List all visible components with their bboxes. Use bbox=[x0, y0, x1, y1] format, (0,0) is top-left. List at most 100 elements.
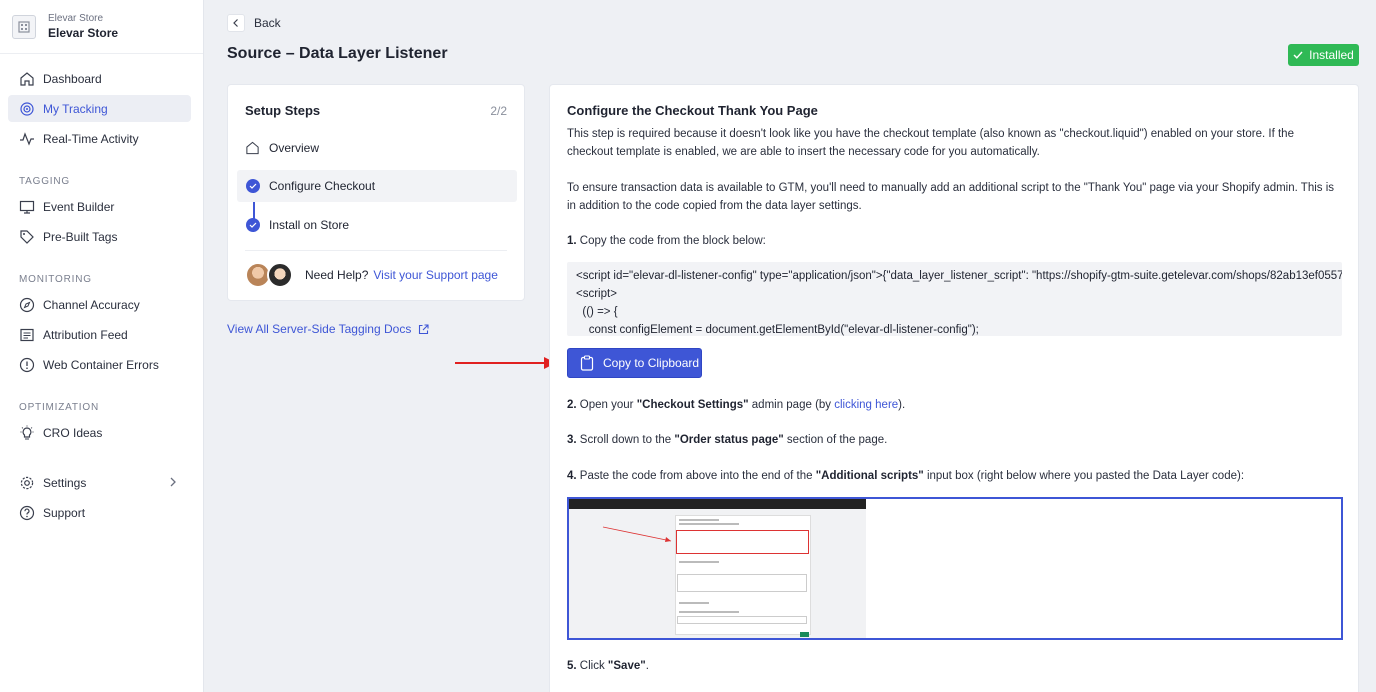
tag-icon bbox=[18, 228, 36, 246]
home-icon bbox=[245, 141, 260, 156]
step-3-part-b: "Order status page" bbox=[674, 434, 784, 446]
code-line: const configElement = document.getElemen… bbox=[576, 324, 979, 336]
screenshot-line bbox=[679, 561, 719, 563]
step-3-text: 3. Scroll down to the "Order status page… bbox=[567, 431, 1343, 449]
screenshot-line bbox=[679, 611, 739, 613]
transaction-paragraph: To ensure transaction data is available … bbox=[567, 182, 1335, 212]
nav-prebuilt-tags-label: Pre-Built Tags bbox=[43, 229, 118, 244]
activity-icon bbox=[18, 130, 36, 148]
nav-event-builder-label: Event Builder bbox=[43, 199, 115, 214]
screenshot-save bbox=[800, 632, 809, 637]
nav-my-tracking[interactable]: My Tracking bbox=[8, 95, 191, 122]
step-5-text: 5. Click "Save". bbox=[567, 657, 1343, 675]
nav-realtime[interactable]: Real-Time Activity bbox=[8, 125, 191, 152]
docs-link-label: View All Server-Side Tagging Docs bbox=[227, 322, 412, 336]
copy-button-label: Copy to Clipboard bbox=[603, 356, 700, 370]
step-1-label: Copy the code from the block below: bbox=[579, 235, 766, 247]
step-5-number: 5. bbox=[567, 660, 577, 672]
step-1-number: 1. bbox=[567, 235, 577, 247]
step-install-on-store-label: Install on Store bbox=[269, 218, 350, 232]
docs-link[interactable]: View All Server-Side Tagging Docs bbox=[227, 322, 429, 336]
lightbulb-icon bbox=[18, 424, 36, 442]
back-button[interactable]: Back bbox=[227, 14, 281, 32]
section-tagging: TAGGING bbox=[19, 176, 70, 187]
copy-to-clipboard-button[interactable]: Copy to Clipboard bbox=[567, 348, 702, 378]
step-2-text: 2. Open your "Checkout Settings" admin p… bbox=[567, 396, 1343, 414]
nav-support-label: Support bbox=[43, 505, 86, 520]
sidebar: Elevar Store Elevar Store Dashboard My T… bbox=[0, 0, 204, 692]
screenshot-highlight bbox=[676, 530, 809, 554]
step-4-part-b: "Additional scripts" bbox=[815, 470, 924, 482]
status-badge: Installed bbox=[1288, 44, 1359, 66]
annotation-arrow-icon bbox=[455, 357, 556, 369]
nav-prebuilt-tags[interactable]: Pre-Built Tags bbox=[8, 223, 191, 250]
nav-support[interactable]: Support bbox=[8, 499, 191, 526]
step-overview[interactable]: Overview bbox=[237, 132, 517, 164]
nav-settings[interactable]: Settings bbox=[8, 469, 191, 496]
store-name: Elevar Store bbox=[48, 26, 119, 40]
monitor-icon bbox=[18, 198, 36, 216]
step-5-part-a: Click bbox=[579, 660, 608, 672]
back-label: Back bbox=[254, 16, 281, 30]
section-optimization: OPTIMIZATION bbox=[19, 402, 99, 413]
store-label: Elevar Store bbox=[48, 13, 104, 24]
step-install-on-store[interactable]: Install on Store bbox=[237, 209, 517, 241]
check-icon bbox=[1293, 51, 1303, 59]
step-4-part-c: input box (right below where you pasted … bbox=[923, 470, 1245, 482]
nav-dashboard[interactable]: Dashboard bbox=[8, 65, 191, 92]
step-3-part-c: section of the page. bbox=[783, 434, 888, 446]
step-4-text: 4. Paste the code from above into the en… bbox=[567, 467, 1343, 485]
nav-dashboard-label: Dashboard bbox=[43, 71, 102, 86]
nav-web-container-errors-label: Web Container Errors bbox=[43, 357, 159, 372]
chevron-right-icon bbox=[169, 476, 177, 491]
screenshot-topbar bbox=[569, 499, 866, 509]
screenshot-image bbox=[569, 499, 866, 638]
nav-channel-accuracy[interactable]: Channel Accuracy bbox=[8, 291, 191, 318]
nav-realtime-label: Real-Time Activity bbox=[43, 131, 139, 146]
nav-attribution-feed[interactable]: Attribution Feed bbox=[8, 321, 191, 348]
nav-cro-ideas-label: CRO Ideas bbox=[43, 425, 103, 440]
step-4-part-a: Paste the code from above into the end o… bbox=[579, 470, 816, 482]
section-monitoring: MONITORING bbox=[19, 274, 92, 285]
support-page-link[interactable]: Visit your Support page bbox=[373, 268, 498, 282]
step-overview-label: Overview bbox=[269, 141, 320, 155]
nav-attribution-feed-label: Attribution Feed bbox=[43, 327, 128, 342]
screenshot-field bbox=[677, 616, 807, 624]
step-configure-checkout[interactable]: Configure Checkout bbox=[237, 170, 517, 202]
step-3-number: 3. bbox=[567, 434, 577, 446]
alert-circle-icon bbox=[18, 356, 36, 374]
screenshot-field bbox=[677, 574, 807, 592]
nav-cro-ideas[interactable]: CRO Ideas bbox=[8, 419, 191, 446]
code-line: <script id="elevar-dl-listener-config" t… bbox=[576, 270, 1342, 282]
step-3-part-a: Scroll down to the bbox=[579, 434, 675, 446]
clicking-here-link[interactable]: clicking here bbox=[834, 399, 898, 411]
divider bbox=[245, 250, 507, 251]
code-block[interactable]: <script id="elevar-dl-listener-config" t… bbox=[567, 262, 1342, 336]
screenshot-line bbox=[679, 519, 719, 521]
page-title: Source – Data Layer Listener bbox=[227, 45, 448, 62]
store-switcher[interactable]: Elevar Store Elevar Store bbox=[0, 0, 203, 54]
help-text: Need Help? bbox=[305, 268, 369, 282]
help-circle-icon bbox=[18, 504, 36, 522]
gear-icon bbox=[18, 474, 36, 492]
nav-settings-label: Settings bbox=[43, 475, 87, 490]
step-1-text: 1. Copy the code from the block below: bbox=[567, 232, 1343, 250]
step-2-part-c: admin page (by bbox=[748, 399, 835, 411]
code-line: <script> bbox=[576, 288, 617, 300]
nav-event-builder[interactable]: Event Builder bbox=[8, 193, 191, 220]
steps-title: Setup Steps bbox=[245, 103, 321, 118]
check-circle-icon bbox=[245, 218, 260, 232]
step-2-number: 2. bbox=[567, 399, 577, 411]
screenshot-line bbox=[679, 523, 739, 525]
step-5-part-b: "Save" bbox=[607, 660, 646, 672]
screenshot-line bbox=[679, 602, 709, 604]
step-2-part-b: "Checkout Settings" bbox=[636, 399, 749, 411]
feed-icon bbox=[18, 326, 36, 344]
support-avatars bbox=[245, 262, 297, 288]
home-icon bbox=[18, 70, 36, 88]
instruction-screenshot bbox=[567, 497, 1343, 640]
steps-count: 2/2 bbox=[490, 104, 507, 118]
nav-web-container-errors[interactable]: Web Container Errors bbox=[8, 351, 191, 378]
nav-channel-accuracy-label: Channel Accuracy bbox=[43, 297, 140, 312]
help-row: Need Help? Visit your Support page bbox=[245, 262, 498, 288]
